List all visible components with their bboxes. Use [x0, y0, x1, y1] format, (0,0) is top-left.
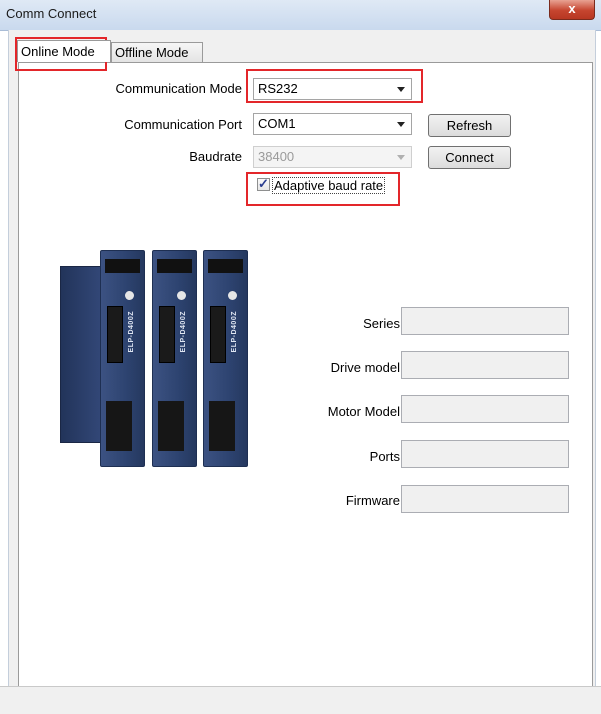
firmware-field[interactable]	[401, 485, 569, 513]
baudrate-select[interactable]: 38400	[253, 146, 412, 168]
drive-unit: ELP-D400Z	[100, 250, 145, 467]
tab-online-mode[interactable]: Online Mode	[17, 40, 111, 62]
window-title: Comm Connect	[6, 6, 97, 21]
title-bar: Comm Connect x	[0, 0, 601, 31]
refresh-button[interactable]: Refresh	[428, 114, 511, 137]
baudrate-value: 38400	[258, 149, 295, 164]
communication-port-label: Communication Port	[124, 117, 242, 132]
tab-offline-mode[interactable]: Offline Mode	[111, 42, 203, 62]
chevron-down-icon	[397, 155, 405, 160]
drive-model-field[interactable]	[401, 351, 569, 379]
connect-button[interactable]: Connect	[428, 146, 511, 169]
baudrate-label: Baudrate	[189, 149, 242, 164]
drive-model-label: Drive model	[330, 360, 400, 375]
series-label: Series	[363, 316, 400, 331]
motor-model-field[interactable]	[401, 395, 569, 423]
firmware-label: Firmware	[345, 493, 400, 508]
communication-port-select[interactable]: COM1	[253, 113, 412, 135]
series-field[interactable]	[401, 307, 569, 335]
highlight-communication-mode	[246, 69, 423, 103]
servo-drive-image: ELP-D400Z ELP-D400Z ELP-D400Z	[60, 240, 250, 467]
communication-mode-label: Communication Mode	[115, 81, 242, 96]
close-button[interactable]: x	[549, 0, 595, 20]
tab-offline-mode-label: Offline Mode	[115, 45, 189, 60]
status-bar	[0, 686, 601, 714]
drive-unit: ELP-D400Z	[152, 250, 197, 467]
drive-model-text: ELP-D400Z	[180, 311, 187, 353]
tab-online-mode-label: Online Mode	[21, 44, 95, 59]
motor-model-label: Motor Model	[327, 404, 400, 419]
chevron-down-icon	[397, 122, 405, 127]
ports-field[interactable]	[401, 440, 569, 468]
drive-unit: ELP-D400Z	[203, 250, 248, 467]
drive-model-text: ELP-D400Z	[231, 311, 238, 353]
ports-label: Ports	[369, 449, 400, 464]
drive-model-text: ELP-D400Z	[128, 311, 135, 353]
close-icon: x	[568, 1, 576, 16]
communication-port-value: COM1	[258, 116, 296, 131]
highlight-adaptive-baud	[246, 172, 400, 206]
